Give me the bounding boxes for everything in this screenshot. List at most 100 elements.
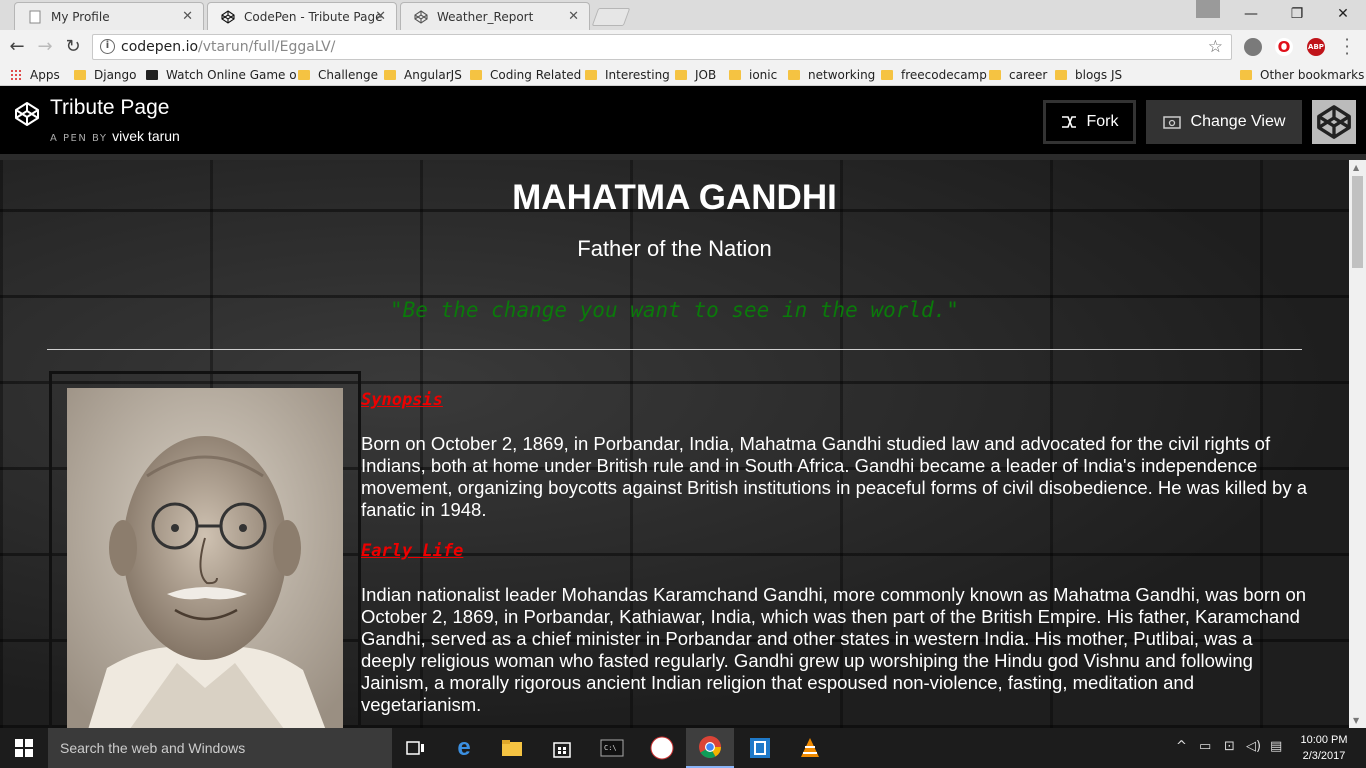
author-link[interactable]: vivek tarun	[112, 128, 180, 144]
store-icon[interactable]	[538, 728, 586, 768]
restore-button[interactable]: ❐	[1274, 0, 1320, 28]
bookmark-label: Django	[94, 68, 137, 82]
start-button[interactable]	[0, 728, 48, 768]
bookmark-item[interactable]: Coding Related	[470, 67, 581, 83]
horizontal-rule	[47, 349, 1302, 350]
keyboard-icon[interactable]: ▤	[1270, 739, 1282, 754]
page-title: MAHATMA GANDHI	[512, 178, 837, 217]
scroll-down-arrow-icon[interactable]: ▼	[1353, 716, 1359, 725]
close-window-button[interactable]: ✕	[1320, 0, 1366, 28]
network-icon[interactable]: ⊡	[1224, 739, 1235, 754]
close-icon[interactable]: ✕	[568, 9, 579, 24]
tab-weather-report[interactable]: Weather_Report ✕	[400, 2, 590, 30]
bookmark-label: blogs JS	[1075, 68, 1123, 82]
chevron-up-icon[interactable]: ^	[1176, 739, 1187, 754]
clock-date: 2/3/2017	[1302, 750, 1346, 762]
fork-button[interactable]: Fork	[1043, 100, 1136, 144]
section-heading-early-life: Early Life	[361, 541, 464, 561]
bookmark-item[interactable]: Challenge	[298, 67, 378, 83]
bookmark-item[interactable]: networking	[788, 67, 875, 83]
bookmark-other[interactable]: Other bookmarks	[1240, 67, 1364, 83]
terminal-icon[interactable]: C:\	[588, 728, 636, 768]
folder-icon	[675, 70, 687, 80]
close-icon[interactable]: ✕	[375, 9, 386, 24]
system-clock[interactable]: 10:00 PM 2/3/2017	[1290, 732, 1358, 764]
clock-time: 10:00 PM	[1300, 734, 1348, 746]
bookmark-item[interactable]: JOB	[675, 67, 716, 83]
bookmark-label: Watch Online Game o	[166, 68, 297, 82]
app-badge-icon[interactable]	[638, 728, 686, 768]
tab-my-profile[interactable]: My Profile ✕	[14, 2, 204, 30]
edge-icon[interactable]: e	[440, 728, 488, 768]
bookmark-item[interactable]: AngularJS	[384, 67, 462, 83]
change-view-button[interactable]: Change View	[1146, 100, 1302, 144]
fork-label: Fork	[1086, 113, 1119, 130]
codepen-logo-icon	[1317, 105, 1351, 139]
vlc-icon[interactable]	[786, 728, 834, 768]
folder-icon	[1240, 70, 1252, 80]
url-path: /vtarun/full/EggaLV/	[198, 39, 336, 55]
volume-icon[interactable]: ◁)	[1246, 739, 1261, 754]
codepen-logo-icon[interactable]	[14, 101, 40, 127]
bookmark-label: networking	[808, 68, 876, 82]
file-explorer-icon[interactable]	[488, 728, 536, 768]
reload-icon[interactable]: ↻	[62, 36, 84, 58]
tab-codepen-tribute[interactable]: CodePen - Tribute Page ✕	[207, 2, 397, 30]
adblock-icon[interactable]: ABP	[1307, 38, 1325, 56]
folder-icon	[989, 70, 1001, 80]
extension-icon[interactable]	[1244, 38, 1262, 56]
bookmark-star-icon[interactable]: ☆	[1208, 37, 1223, 57]
bookmark-label: AngularJS	[404, 68, 462, 82]
page-scrollbar[interactable]: ▲ ▼	[1349, 160, 1366, 728]
address-bar[interactable]: i codepen.io/vtarun/full/EggaLV/ ☆	[92, 34, 1232, 60]
back-arrow-icon[interactable]: ←	[6, 36, 28, 58]
close-icon[interactable]: ✕	[182, 9, 193, 24]
change-view-label: Change View	[1190, 113, 1286, 130]
bookmark-label: Challenge	[318, 68, 378, 82]
folder-icon	[1055, 70, 1067, 80]
info-icon[interactable]: i	[100, 39, 115, 54]
minimize-button[interactable]: —	[1228, 0, 1274, 28]
profile-icon[interactable]	[1196, 0, 1220, 18]
bookmark-item[interactable]: Interesting	[585, 67, 670, 83]
tab-label: My Profile	[51, 9, 110, 24]
new-tab-button[interactable]	[591, 8, 631, 26]
scroll-up-arrow-icon[interactable]: ▲	[1353, 163, 1359, 172]
apps-grid-icon	[10, 69, 22, 81]
url-host: codepen.io	[121, 39, 199, 55]
chrome-menu-icon[interactable]: · · ·	[1343, 32, 1351, 62]
fork-icon	[1061, 116, 1076, 128]
folder-icon	[470, 70, 482, 80]
bookmark-label: freecodecamp	[901, 68, 987, 82]
codepen-header: Tribute Page A PEN BY vivek tarun Fork C…	[0, 86, 1366, 154]
browser-toolbar: ← → ↻ i codepen.io/vtarun/full/EggaLV/ ☆…	[0, 30, 1366, 64]
user-avatar[interactable]	[1312, 100, 1356, 144]
bookmark-item[interactable]: blogs JS	[1055, 67, 1122, 83]
bookmark-item[interactable]: career	[989, 67, 1047, 83]
forward-arrow-icon[interactable]: →	[34, 36, 56, 58]
svg-text:C:\: C:\	[604, 744, 617, 752]
bookmark-label: JOB	[695, 68, 717, 82]
task-view-icon[interactable]	[392, 728, 440, 768]
scroll-thumb[interactable]	[1352, 176, 1363, 268]
bookmarks-bar: Apps Django Watch Online Game o Challeng…	[0, 64, 1366, 86]
section-heading-synopsis: Synopsis	[361, 390, 443, 410]
bookmark-item[interactable]: ionic	[729, 67, 777, 83]
bookmark-item[interactable]: Django	[74, 67, 137, 83]
folder-icon	[881, 70, 893, 80]
chrome-icon[interactable]	[686, 728, 734, 768]
opera-icon[interactable]: O	[1275, 38, 1293, 56]
folder-icon	[384, 70, 396, 80]
bookmark-label: ionic	[749, 68, 778, 82]
folder-icon	[729, 70, 741, 80]
power-icon[interactable]: ▭	[1199, 739, 1211, 754]
bookmark-apps[interactable]: Apps	[10, 67, 60, 83]
page-icon	[27, 9, 43, 25]
synopsis-text: Born on October 2, 1869, in Porbandar, I…	[361, 433, 1308, 520]
taskbar-search[interactable]: Search the web and Windows	[48, 728, 392, 768]
bookmark-label: Apps	[30, 68, 60, 82]
pen-title: Tribute Page	[50, 96, 170, 119]
bookmark-item[interactable]: Watch Online Game o	[146, 67, 297, 83]
bookmark-item[interactable]: freecodecamp	[881, 67, 987, 83]
app-icon[interactable]	[736, 728, 784, 768]
